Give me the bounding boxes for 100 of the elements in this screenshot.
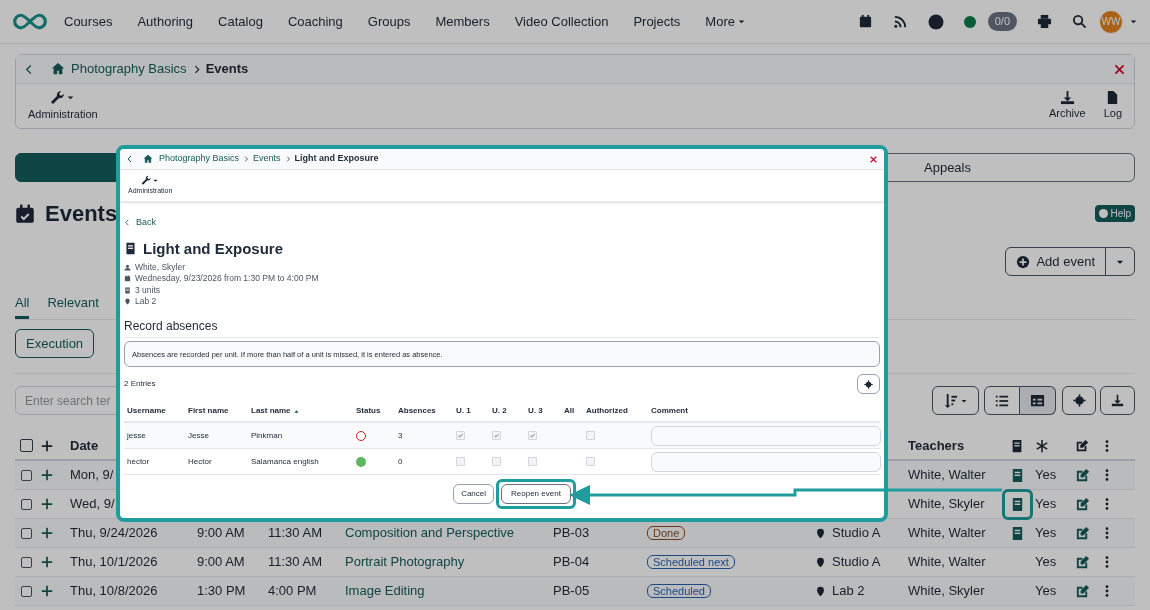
comment-field[interactable]	[651, 451, 881, 472]
table-cell-text: PB-05	[553, 582, 590, 601]
home-icon	[143, 154, 153, 164]
table-cell-text: PB-03	[553, 524, 590, 543]
book-icon	[124, 242, 137, 256]
status-badge: Scheduled next	[647, 555, 735, 570]
search-icon	[1072, 14, 1087, 29]
table-cell-text: 9:00 AM	[197, 524, 245, 543]
checkbox[interactable]	[21, 556, 32, 568]
plus-icon	[40, 555, 54, 569]
table-cell-text: 1:30 PM	[197, 582, 246, 601]
counter-badge: 0/0	[987, 12, 1017, 31]
page-title: Events	[45, 200, 118, 228]
settings-icon	[1072, 394, 1086, 407]
book-icon	[1010, 438, 1024, 453]
nav-link[interactable]: Projects	[633, 11, 681, 32]
checkbox[interactable]	[20, 439, 33, 452]
map-pin-icon	[815, 527, 826, 539]
table-view-button[interactable]	[1020, 386, 1056, 415]
wrench-icon	[50, 89, 67, 106]
edit-icon	[1075, 583, 1090, 599]
calendar-icon	[124, 275, 131, 283]
list-icon	[995, 393, 1009, 408]
archive-button[interactable]: Archive	[1048, 90, 1086, 122]
event-link[interactable]: Portrait Photography	[345, 552, 465, 572]
tab[interactable]: All	[15, 290, 30, 319]
download-icon	[1059, 90, 1075, 106]
table-cell-text: 9:00 AM	[197, 553, 245, 572]
table-cell-text: Pinkman	[251, 429, 284, 442]
event-link[interactable]: Image Editing	[345, 581, 425, 601]
checkbox[interactable]	[21, 469, 32, 481]
column-header: Teachers	[908, 436, 965, 455]
edit-icon	[1075, 554, 1090, 570]
table-cell-text: 0	[398, 455, 404, 468]
table-cell-text: hector	[127, 455, 151, 468]
back-link[interactable]: Back	[124, 216, 156, 230]
nav-link[interactable]: Catalog	[218, 11, 263, 32]
table-cell-text: 11:30 AM	[268, 524, 322, 543]
column-header: Authorized	[586, 405, 628, 418]
logo-icon[interactable]	[12, 12, 48, 31]
printer-icon	[1037, 14, 1052, 29]
download-icon	[1111, 394, 1124, 407]
chevron-right-icon	[243, 156, 250, 162]
settings-button[interactable]	[1062, 386, 1096, 415]
comment-field[interactable]	[651, 425, 881, 446]
log-button[interactable]: Log	[1103, 90, 1122, 122]
plus-icon	[40, 526, 54, 540]
table-cell-text: Yes	[1035, 466, 1057, 485]
meta-text: White, Skyler	[135, 262, 186, 274]
back-icon	[124, 219, 131, 227]
nav-link[interactable]: Courses	[64, 11, 113, 32]
column-header: Username	[127, 405, 166, 418]
download-button[interactable]	[1100, 386, 1135, 415]
nav-link[interactable]: Video Collection	[514, 11, 609, 32]
nav-menu[interactable]: More	[705, 11, 746, 32]
edit-icon	[1075, 467, 1090, 483]
table-cell-text: Yes	[1035, 582, 1057, 601]
event-link[interactable]: Composition and Perspective	[345, 523, 515, 543]
reopen-button[interactable]: Reopen event	[501, 484, 571, 505]
status-badge: Scheduled	[647, 584, 711, 599]
breadcrumb-link[interactable]: Photography Basics	[159, 152, 240, 166]
nav-link[interactable]: Members	[435, 11, 490, 32]
edit-icon	[1075, 438, 1089, 453]
column-header: Date	[70, 436, 99, 455]
book-icon	[124, 286, 131, 294]
settings-button[interactable]	[857, 374, 880, 395]
settings-icon	[864, 379, 873, 389]
checkbox[interactable]	[21, 527, 32, 539]
table-cell-text: Yes	[1035, 524, 1057, 543]
meta-text: Wednesday, 9/23/2026 from 1:30 PM to 4:00 PM	[135, 273, 319, 285]
breadcrumb-current: Light and Exposure	[294, 152, 379, 166]
table-cell-text: White, Skyler	[908, 582, 985, 601]
filter-button[interactable]: Execution	[15, 329, 95, 358]
nav-link[interactable]: Groups	[367, 11, 411, 32]
map-pin-icon	[124, 298, 131, 306]
meta-text: Lab 2	[135, 295, 157, 308]
column-header: Last name	[251, 405, 291, 418]
table-cell-text: Hector	[188, 455, 213, 468]
wrench-icon	[141, 174, 153, 186]
nav-link[interactable]: Authoring	[137, 11, 194, 32]
breadcrumb-link[interactable]: Photography Basics	[71, 59, 187, 79]
map-pin-icon	[815, 556, 826, 568]
administration-button[interactable]: Administration	[28, 89, 98, 123]
column-header: Comment	[651, 405, 688, 418]
home-icon	[51, 62, 65, 76]
checkbox[interactable]	[21, 585, 32, 597]
rss-icon	[892, 14, 908, 29]
tab[interactable]: Relevant	[47, 290, 99, 319]
table-cell-text: Studio A	[832, 524, 881, 543]
help-link[interactable]: Help	[1095, 205, 1135, 222]
table-cell-text: Yes	[1035, 495, 1057, 514]
plus-circle-icon	[1016, 254, 1031, 269]
breadcrumb-link[interactable]: Events	[253, 152, 281, 166]
sort-button[interactable]	[932, 386, 979, 415]
checkbox[interactable]	[21, 498, 32, 510]
cancel-button[interactable]: Cancel	[453, 484, 495, 505]
table-cell-text: Jesse	[188, 429, 210, 442]
nav-link[interactable]: Coaching	[287, 11, 343, 32]
table-cell-text: Yes	[1035, 553, 1057, 572]
table-cell-text: Thu, 9/24/2026	[70, 524, 158, 543]
